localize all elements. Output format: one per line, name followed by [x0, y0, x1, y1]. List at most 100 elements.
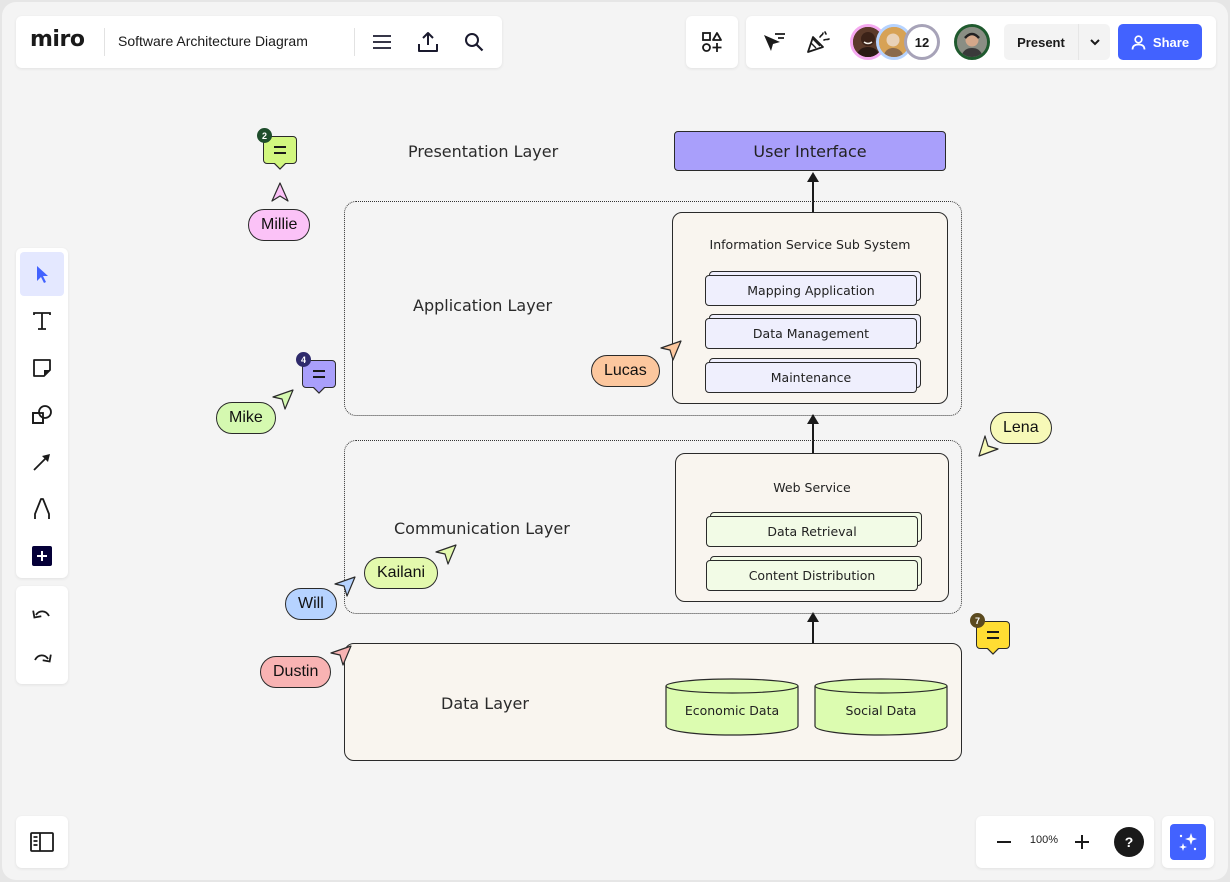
web-service-title: Web Service — [773, 480, 851, 495]
sticky-note-icon — [33, 359, 51, 377]
shapes-apps-icon — [702, 32, 722, 52]
ai-assist-panel — [1162, 816, 1214, 868]
apps-button[interactable] — [698, 28, 726, 56]
cursor-tag-lena: Lena — [990, 412, 1052, 444]
web-service-item[interactable]: Content Distribution — [706, 556, 922, 592]
plus-icon — [32, 546, 52, 566]
help-button[interactable]: ? — [1114, 827, 1144, 857]
chevron-down-icon — [1089, 38, 1100, 45]
cursor-filter-button[interactable] — [760, 28, 788, 56]
user-icon — [1131, 34, 1146, 50]
info-subsystem-node[interactable]: Information Service Sub System Mapping A… — [672, 212, 948, 404]
subsystem-item-label: Data Management — [705, 318, 917, 349]
database-label: Social Data — [845, 703, 917, 718]
person-photo-icon — [957, 27, 987, 57]
text-icon — [33, 312, 51, 330]
celebrate-confetti-icon — [807, 31, 830, 53]
canvas-board[interactable]: miro Software Architecture Diagram 12 Pr… — [2, 2, 1228, 880]
subsystem-item[interactable]: Maintenance — [705, 358, 921, 394]
menu-button[interactable] — [368, 28, 396, 56]
presentation-layer-label: Presentation Layer — [408, 142, 559, 161]
tool-shapes[interactable] — [20, 393, 64, 437]
tool-pen[interactable] — [20, 487, 64, 531]
share-label: Share — [1152, 34, 1190, 50]
arrow-line-icon — [33, 454, 50, 471]
comment-lines-icon — [274, 146, 286, 154]
side-panel-button[interactable] — [28, 828, 56, 856]
export-upload-icon — [418, 32, 438, 52]
user-interface-node[interactable]: User Interface — [674, 131, 946, 171]
database-node[interactable]: Economic Data — [665, 678, 799, 736]
cursor-pointer-icon — [330, 645, 352, 666]
web-service-item-label: Data Retrieval — [706, 516, 918, 547]
comment-lines-icon — [313, 370, 325, 378]
comment-tail-icon — [987, 648, 999, 655]
cursor-filter-icon — [764, 33, 785, 51]
database-label: Economic Data — [684, 703, 780, 718]
zoom-out-icon — [997, 841, 1011, 843]
tool-select[interactable] — [20, 252, 64, 296]
undo-icon — [32, 610, 50, 619]
redo-icon — [34, 654, 52, 663]
share-button[interactable]: Share — [1118, 24, 1202, 60]
cursor-tag-lucas: Lucas — [591, 355, 660, 387]
cursor-tag-kailani: Kailani — [364, 557, 439, 589]
collaboration-panel: 12 Present Share — [746, 16, 1216, 68]
database-node[interactable]: Social Data — [814, 678, 948, 736]
comment-tail-icon — [313, 387, 325, 394]
shapes-icon — [32, 405, 52, 424]
cursor-tag-millie: Millie — [248, 209, 311, 241]
subsystem-item[interactable]: Data Management — [705, 314, 921, 350]
collaborators-count[interactable]: 12 — [904, 24, 940, 60]
divider — [354, 28, 355, 56]
board-header: miro Software Architecture Diagram — [16, 16, 502, 68]
cursor-icon — [37, 266, 48, 283]
subsystem-item-label: Maintenance — [705, 362, 917, 393]
comment-count-badge: 7 — [970, 613, 985, 628]
comment-count-badge: 2 — [257, 128, 272, 143]
cursor-pointer-icon — [334, 576, 356, 597]
pen-icon — [34, 498, 50, 519]
web-service-node[interactable]: Web Service Data Retrieval Content Distr… — [675, 453, 949, 602]
zoom-in-button[interactable] — [1068, 828, 1096, 856]
redo-button[interactable] — [20, 636, 64, 680]
creation-toolbar — [16, 248, 68, 578]
present-options-dropdown[interactable] — [1079, 24, 1110, 60]
reactions-button[interactable] — [804, 28, 832, 56]
web-service-item[interactable]: Data Retrieval — [706, 512, 922, 548]
search-button[interactable] — [460, 28, 488, 56]
data-layer-node[interactable]: Data Layer Economic Data Social Data — [344, 643, 962, 761]
present-button[interactable]: Present — [1004, 24, 1110, 60]
miro-logo[interactable]: miro — [30, 27, 85, 52]
undo-button[interactable] — [20, 592, 64, 636]
tool-text[interactable] — [20, 299, 64, 343]
current-user-avatar[interactable] — [954, 24, 990, 60]
side-panel-toggle[interactable] — [16, 816, 68, 868]
subsystem-item-label: Mapping Application — [705, 275, 917, 306]
present-label: Present — [1017, 34, 1065, 50]
data-layer-label: Data Layer — [441, 694, 529, 713]
tool-connection-line[interactable] — [20, 440, 64, 484]
ai-assist-button[interactable] — [1170, 824, 1206, 860]
cursor-pointer-icon — [271, 182, 289, 202]
cursor-pointer-icon — [435, 544, 457, 565]
cursor-pointer-icon — [272, 389, 294, 410]
info-subsystem-title: Information Service Sub System — [709, 237, 911, 252]
zoom-out-button[interactable] — [990, 828, 1018, 856]
apps-panel — [686, 16, 738, 68]
ai-sparkle-icon — [1179, 833, 1197, 851]
comment-count-badge: 4 — [296, 352, 311, 367]
board-title[interactable]: Software Architecture Diagram — [118, 33, 308, 49]
cursor-tag-dustin: Dustin — [260, 656, 332, 688]
zoom-controls: 100% ? — [976, 816, 1154, 868]
subsystem-item[interactable]: Mapping Application — [705, 271, 921, 307]
tool-more[interactable] — [20, 534, 64, 578]
tool-sticky-note[interactable] — [20, 346, 64, 390]
zoom-level[interactable]: 100% — [1024, 834, 1064, 846]
connector-arrow[interactable] — [807, 612, 819, 644]
cursor-tag-will: Will — [285, 588, 337, 620]
export-button[interactable] — [414, 28, 442, 56]
history-toolbar — [16, 586, 68, 684]
comment-tail-icon — [274, 163, 286, 170]
comment-lines-icon — [987, 631, 999, 639]
